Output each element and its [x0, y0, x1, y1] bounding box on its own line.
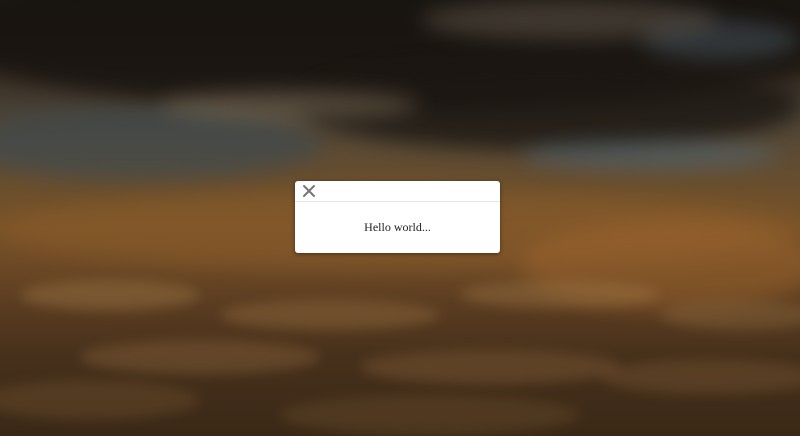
modal-dialog: Hello world...	[295, 181, 500, 253]
close-icon[interactable]	[301, 183, 317, 199]
modal-message: Hello world...	[364, 220, 431, 234]
modal-header	[295, 181, 500, 202]
